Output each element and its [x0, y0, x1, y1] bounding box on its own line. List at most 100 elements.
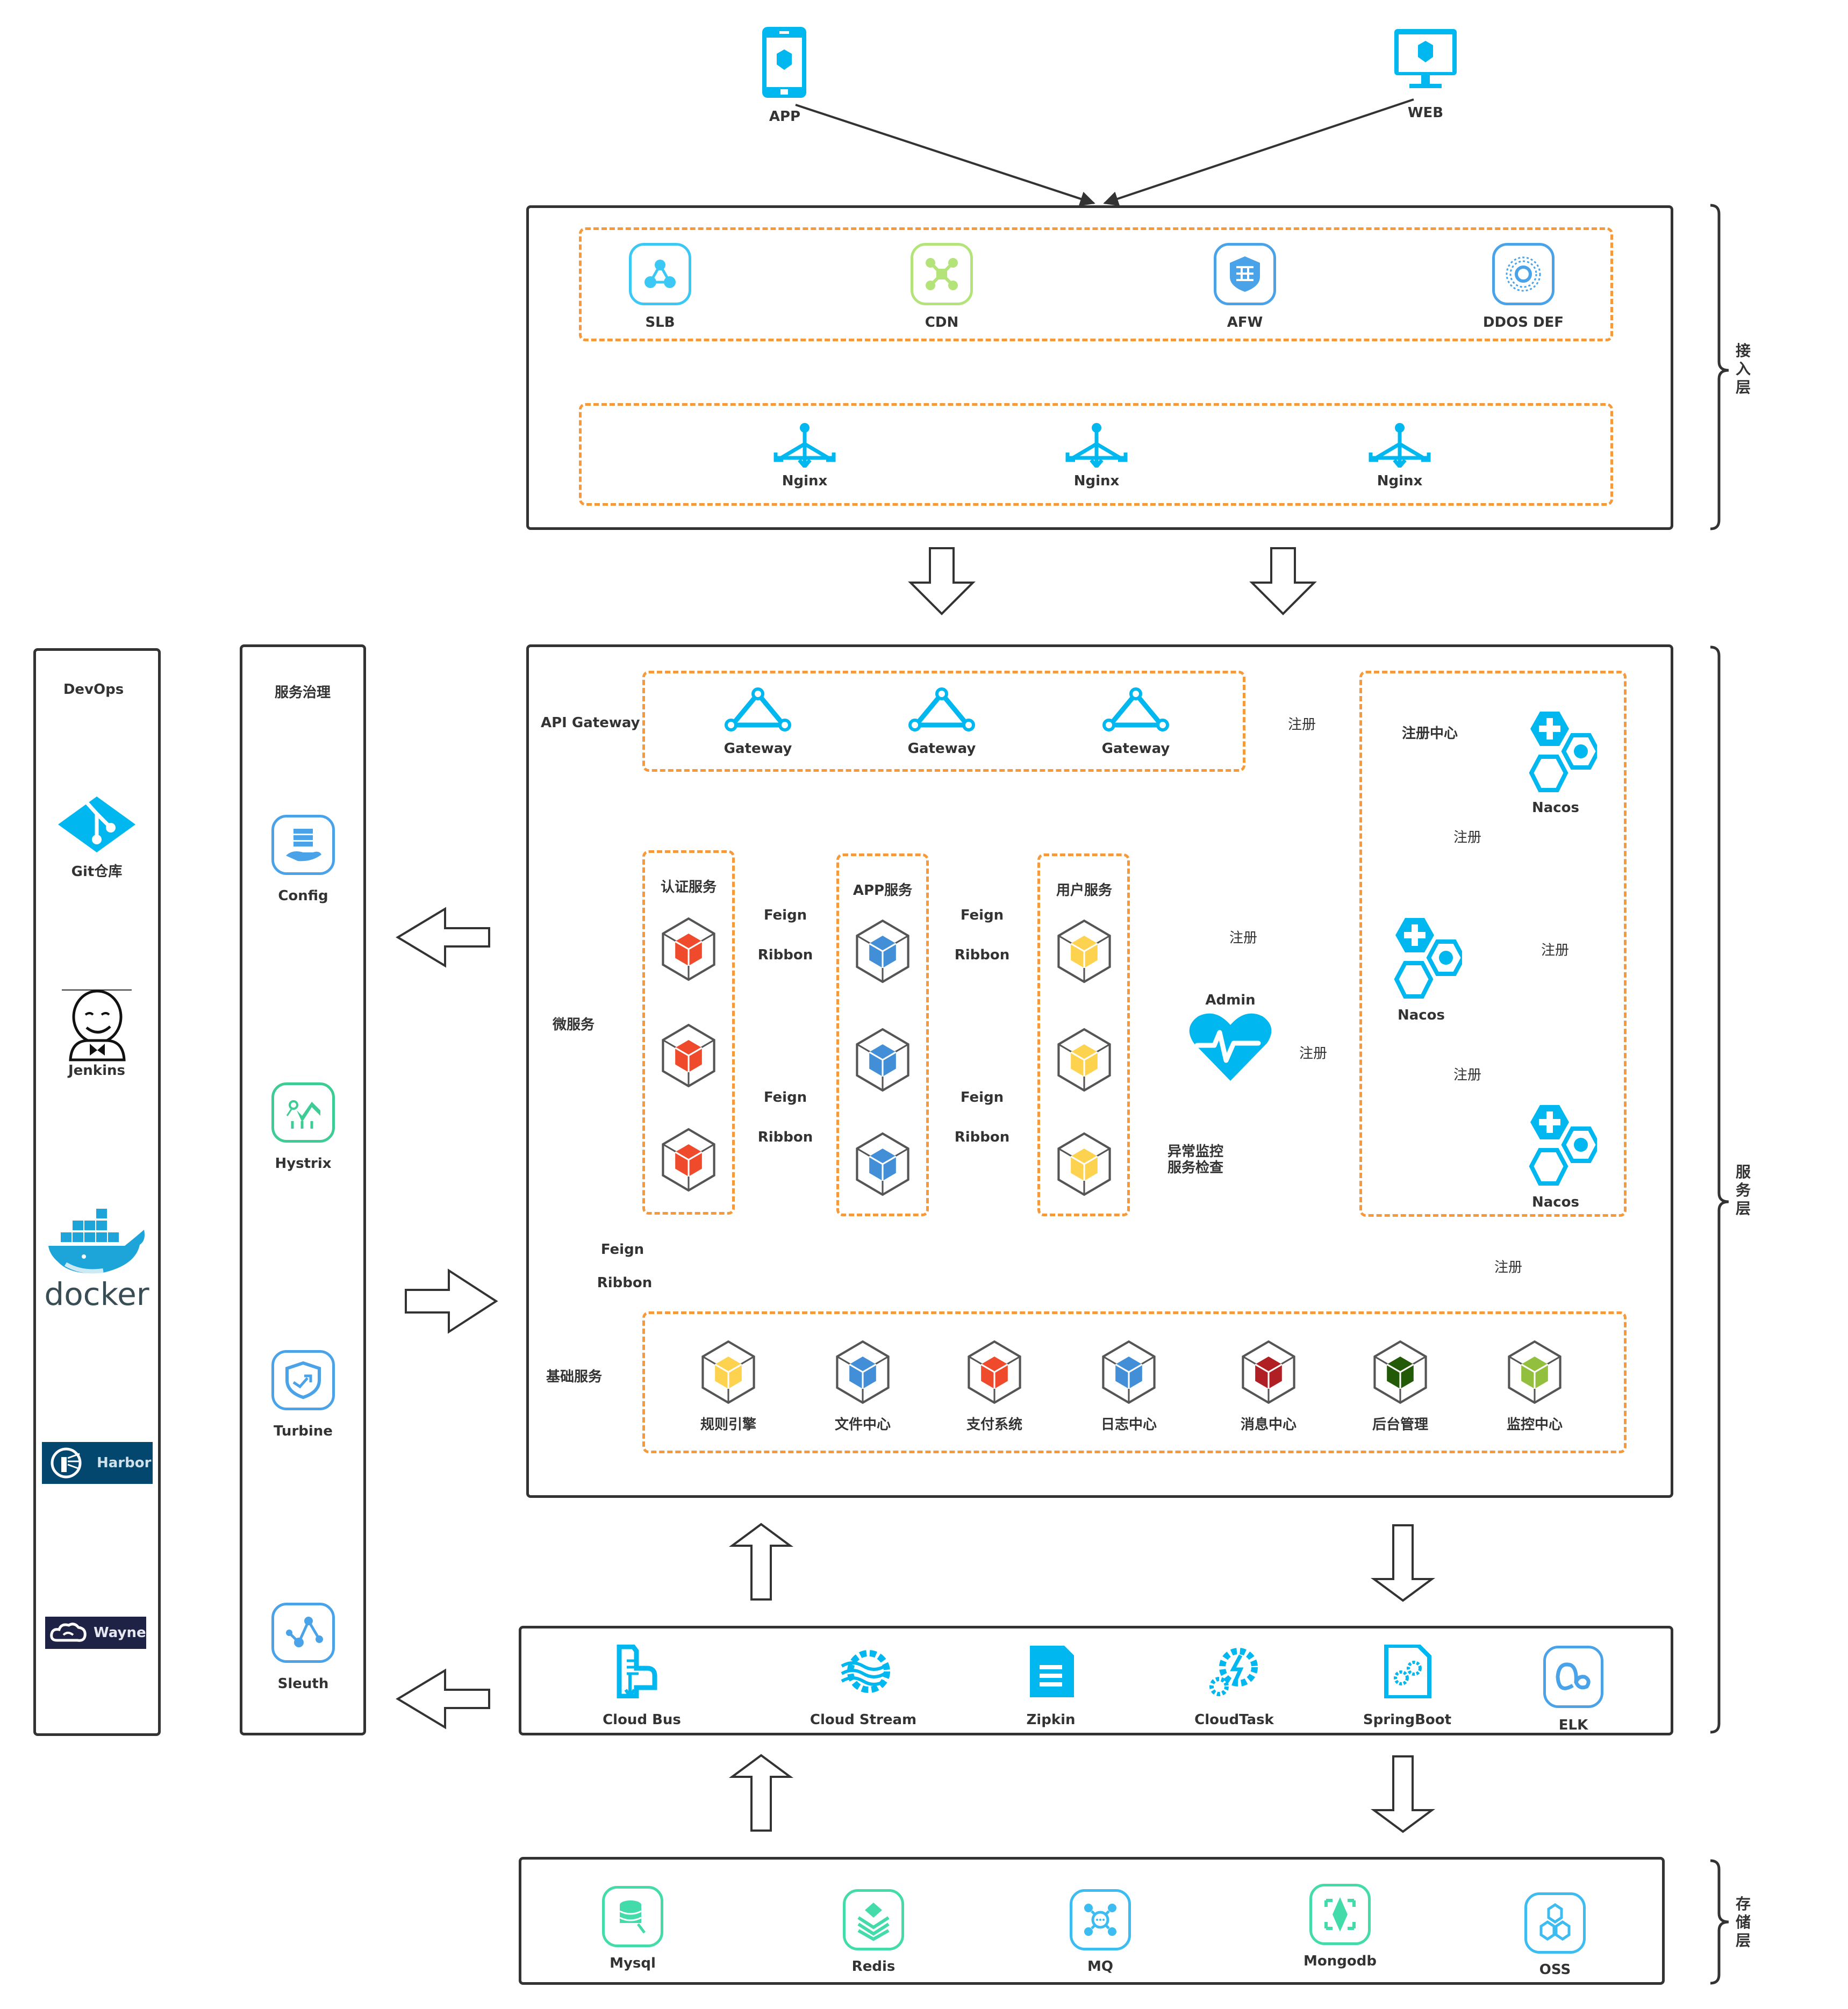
nginx-node[interactable] — [771, 422, 838, 470]
base-service-node[interactable] — [835, 1340, 891, 1407]
docker-node[interactable]: docker — [44, 1205, 149, 1315]
microservice-instance[interactable] — [1056, 1028, 1112, 1094]
sleuth-trace-icon — [286, 1617, 323, 1647]
harbor-lighthouse-icon — [51, 1447, 82, 1479]
gateway-node[interactable] — [1102, 687, 1169, 734]
gateway-triangle-icon — [908, 687, 975, 731]
service-cube-icon — [1508, 1340, 1562, 1404]
hollow-right-arrow — [405, 1268, 498, 1334]
microservice-instance[interactable] — [855, 1028, 911, 1094]
storage-layer-brace — [1710, 1859, 1729, 1985]
web-client[interactable] — [1393, 28, 1458, 92]
sleuth-node[interactable] — [271, 1603, 335, 1663]
microservice-instance[interactable] — [661, 1128, 717, 1194]
nacos-node[interactable] — [1515, 1104, 1601, 1190]
cloud-stream-node[interactable] — [836, 1645, 890, 1701]
microservices-label: 微服务 — [553, 1017, 595, 1033]
cdn-label: CDN — [925, 314, 959, 331]
cloud-bus-node[interactable] — [615, 1644, 669, 1701]
microservice-instance[interactable] — [1056, 1132, 1112, 1199]
nginx-label: Nginx — [1073, 473, 1120, 489]
service-cube-icon — [662, 1023, 715, 1088]
zipkin-node[interactable] — [1027, 1645, 1075, 1701]
mq-node[interactable] — [1070, 1889, 1131, 1950]
hollow-down-arrow — [1370, 1755, 1436, 1833]
gateway-node[interactable] — [725, 687, 791, 734]
hollow-down-arrow — [908, 547, 976, 615]
mysql-node[interactable] — [602, 1886, 663, 1947]
afw-label: AFW — [1227, 314, 1263, 331]
service-cube-icon — [856, 919, 909, 984]
admin-register-label: 注册 — [1298, 1042, 1329, 1063]
hystrix-chart-icon — [286, 1100, 320, 1129]
user-service-label: 用户服务 — [1056, 882, 1113, 899]
hystrix-node[interactable] — [271, 1082, 335, 1143]
feign-label: Feign — [960, 1089, 1004, 1106]
service-cube-icon — [1057, 1028, 1111, 1092]
app-service-label: APP服务 — [853, 882, 913, 899]
harbor-label: Harbor — [97, 1455, 152, 1471]
elk-node[interactable] — [1543, 1646, 1603, 1708]
user-service-register-label: 注册 — [1228, 927, 1259, 947]
admin-node[interactable] — [1188, 1012, 1272, 1084]
jenkins-node[interactable] — [62, 987, 132, 1064]
base-service-node[interactable] — [1507, 1340, 1563, 1407]
gateway-node[interactable] — [908, 687, 975, 734]
nacos-hexagon-icon — [1529, 712, 1601, 792]
ddos-node[interactable] — [1492, 243, 1555, 305]
service-cube-icon — [1102, 1340, 1156, 1404]
base-service-node[interactable] — [1241, 1340, 1297, 1407]
config-node[interactable] — [271, 815, 335, 875]
harbor-node[interactable]: Harbor — [42, 1442, 153, 1484]
ddos-label: DDOS DEF — [1482, 314, 1564, 331]
api-gateway-label: API Gateway — [541, 715, 640, 731]
base-service-node[interactable] — [1101, 1340, 1157, 1407]
nacos-node[interactable] — [1380, 917, 1466, 1003]
gateway-triangle-icon — [1102, 687, 1169, 731]
registry-label: 注册中心 — [1402, 726, 1458, 742]
microservice-instance[interactable] — [661, 1023, 717, 1090]
mongodb-node[interactable] — [1309, 1884, 1371, 1945]
governance-item-label: Config — [278, 888, 328, 904]
service-cube-icon — [856, 1132, 909, 1196]
access-layer-brace — [1710, 204, 1729, 530]
ribbon-label: Ribbon — [757, 1129, 813, 1145]
storage-item-label: MQ — [1087, 1958, 1113, 1975]
nginx-node[interactable] — [1366, 422, 1433, 470]
microservice-instance[interactable] — [1056, 919, 1112, 986]
ribbon-label: Ribbon — [954, 947, 1010, 963]
cdn-icon — [926, 258, 958, 290]
springboot-icon — [1384, 1644, 1431, 1699]
microservice-instance[interactable] — [855, 919, 911, 986]
wayne-node[interactable]: Wayne — [45, 1617, 146, 1649]
turbine-node[interactable] — [271, 1350, 335, 1410]
microservice-instance[interactable] — [661, 917, 717, 984]
middleware-bar — [519, 1626, 1673, 1735]
git-node[interactable] — [57, 797, 137, 855]
service-cube-icon — [1373, 1340, 1427, 1404]
nginx-node[interactable] — [1063, 422, 1130, 470]
storage-item-label: Redis — [851, 1958, 896, 1975]
devops-title: DevOps — [63, 681, 124, 698]
desktop-monitor-icon — [1394, 29, 1457, 88]
gateway-label: Gateway — [1101, 741, 1170, 757]
nacos-node[interactable] — [1515, 711, 1601, 797]
gateway-label: Gateway — [907, 741, 976, 757]
base-service-node[interactable] — [1372, 1340, 1428, 1407]
springboot-node[interactable] — [1383, 1644, 1431, 1701]
cloud-bus-label: Cloud Bus — [603, 1712, 681, 1728]
base-service-node[interactable] — [700, 1340, 756, 1407]
oss-node[interactable] — [1524, 1892, 1586, 1954]
slb-node[interactable] — [629, 243, 691, 305]
microservice-instance[interactable] — [855, 1132, 911, 1199]
app-client[interactable] — [761, 26, 807, 101]
governance-panel — [240, 644, 366, 1735]
redis-node[interactable] — [843, 1889, 904, 1950]
wayne-cloud-icon — [50, 1623, 87, 1642]
base-service-node[interactable] — [966, 1340, 1022, 1407]
springboot-label: SpringBoot — [1363, 1712, 1452, 1728]
nginx-router-icon — [1369, 423, 1431, 470]
afw-node[interactable] — [1214, 243, 1276, 305]
cloud-task-node[interactable] — [1207, 1645, 1261, 1701]
cdn-node[interactable] — [911, 243, 973, 305]
